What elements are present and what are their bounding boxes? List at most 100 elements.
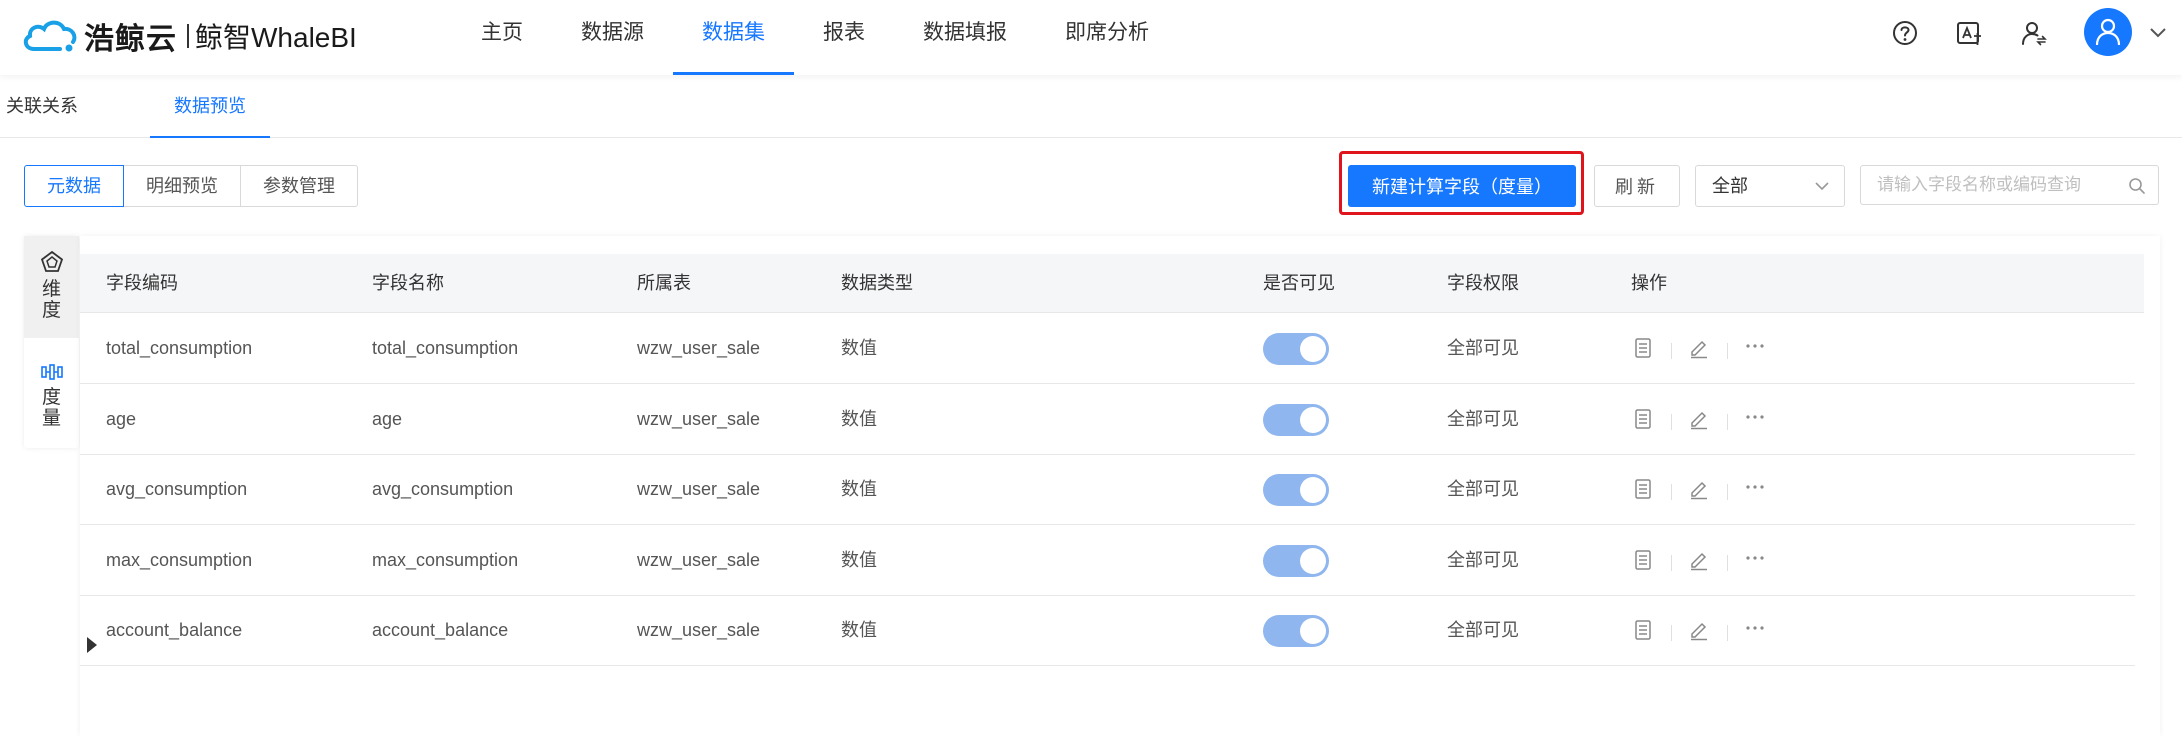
cell-source-table: wzw_user_sale [637,338,761,358]
detail-list-icon[interactable] [1632,408,1654,430]
cell-data-type: 数值 [841,479,877,499]
brand-separator [187,24,189,48]
cell-permission: 全部可见 [1447,338,1519,358]
refresh-button[interactable]: 刷新 [1594,165,1680,207]
nav-data-entry[interactable]: 数据填报 [894,0,1036,75]
caret-right-icon[interactable] [86,636,98,654]
field-search-input[interactable] [1877,166,2117,204]
user-switch-icon[interactable] [2019,18,2049,48]
nav-report[interactable]: 报表 [794,0,894,75]
dataset-subtabs: 关联关系 数据预览 [0,75,2182,138]
chevron-down-icon[interactable] [2149,26,2167,40]
scope-filter-value: 全部 [1712,176,1748,196]
field-type-side-tabs: 维 度 度 量 [24,236,79,448]
tab-relations[interactable]: 关联关系 [6,75,78,137]
tab-data-preview[interactable]: 数据预览 [150,75,270,138]
brand-logo[interactable]: 浩鲸云 鲸智WhaleBI [20,14,357,58]
edit-pencil-icon[interactable] [1688,337,1710,359]
side-tab-dimension-label: 维 度 [24,279,79,321]
action-separator [1671,484,1672,500]
action-separator [1671,413,1672,430]
side-tab-dimension-char-2: 度 [41,300,61,321]
more-ellipsis-icon[interactable] [1744,549,1766,571]
user-avatar[interactable] [2084,8,2132,56]
user-avatar-icon [2095,18,2121,46]
help-circle-icon[interactable] [1890,18,1920,48]
table-header: 字段编码 字段名称 所属表 数据类型 是否可见 字段权限 操作 [80,254,2144,313]
cell-source-table: wzw_user_sale [637,549,761,570]
cell-field-name: avg_consumption [372,479,514,499]
tab-detail-preview[interactable]: 明细预览 [123,165,241,207]
side-tab-measure-char-1: 度 [41,387,61,408]
action-separator [1671,343,1672,359]
col-actions: 操作 [1631,273,1667,293]
cell-field-name: age [372,408,403,429]
table-row: total_consumption total_consumption wzw_… [80,313,2135,384]
table-row: avg_consumption avg_consumption wzw_user… [80,454,2135,525]
side-tab-dimension-char-1: 维 [41,279,61,300]
edit-pencil-icon[interactable] [1688,478,1710,500]
col-data-type: 数据类型 [841,273,913,293]
table-row: account_balance account_balance wzw_user… [80,595,2135,666]
action-separator [1727,554,1728,571]
side-tab-measure[interactable]: 度 量 [24,348,79,448]
nav-dataset[interactable]: 数据集 [673,0,794,75]
more-ellipsis-icon[interactable] [1744,478,1766,500]
edit-pencil-icon[interactable] [1688,408,1710,430]
tab-parameter-management[interactable]: 参数管理 [240,165,358,207]
field-search-box [1860,165,2159,205]
cell-source-table: wzw_user_sale [637,479,761,499]
scope-filter-select[interactable]: 全部 [1695,165,1845,207]
side-tab-dimension[interactable]: 维 度 [24,236,79,338]
side-tab-measure-label: 度 量 [24,387,79,429]
col-field-code: 字段编码 [106,273,178,293]
more-ellipsis-icon[interactable] [1744,408,1766,430]
cell-field-name: max_consumption [372,549,519,570]
nav-datasource[interactable]: 数据源 [552,0,673,75]
detail-list-icon[interactable] [1632,619,1654,641]
col-field-name: 字段名称 [372,273,444,293]
edit-pencil-icon[interactable] [1688,619,1710,641]
visible-toggle[interactable] [1263,544,1329,577]
edit-pencil-icon[interactable] [1688,549,1710,571]
main-nav: 主页 数据源 数据集 报表 数据填报 即席分析 [452,0,1178,75]
product-name: 鲸智WhaleBI [195,22,357,53]
cell-data-type: 数值 [841,620,877,640]
table-row: max_consumption max_consumption wzw_user… [80,525,2135,596]
col-source-table: 所属表 [637,273,691,293]
visible-toggle[interactable] [1263,403,1329,436]
visible-toggle[interactable] [1263,615,1329,647]
top-navigation-bar: 浩鲸云 鲸智WhaleBI 主页 数据源 数据集 报表 数据填报 即席分析 [0,0,2182,75]
table-row: age age wzw_user_sale 数值 全部可见 [80,384,2135,455]
cell-field-code: account_balance [106,620,243,640]
cell-permission: 全部可见 [1447,408,1519,429]
cell-source-table: wzw_user_sale [637,620,761,640]
translate-icon[interactable] [1954,18,1984,48]
detail-list-icon[interactable] [1632,478,1654,500]
detail-list-icon[interactable] [1632,549,1654,571]
more-ellipsis-icon[interactable] [1744,337,1766,359]
action-separator [1671,554,1672,571]
cell-field-code: age [106,408,137,429]
cell-field-code: total_consumption [106,338,253,358]
tab-metadata[interactable]: 元数据 [24,165,124,207]
cloud-logo-icon [23,20,77,52]
action-separator [1727,484,1728,500]
search-icon[interactable] [2128,177,2146,195]
cell-data-type: 数值 [841,338,877,358]
visible-toggle[interactable] [1263,333,1329,365]
new-calculated-field-button[interactable]: 新建计算字段（度量） [1348,165,1576,207]
chevron-down-icon [1815,182,1829,191]
action-separator [1727,625,1728,641]
visible-toggle[interactable] [1263,474,1329,506]
cell-data-type: 数值 [841,549,877,570]
action-separator [1727,413,1728,430]
more-ellipsis-icon[interactable] [1744,619,1766,641]
measure-bars-icon [40,364,63,380]
cell-permission: 全部可见 [1447,620,1519,640]
nav-home[interactable]: 主页 [452,0,552,75]
detail-list-icon[interactable] [1632,337,1654,359]
nav-adhoc-analysis[interactable]: 即席分析 [1036,0,1178,75]
col-visible: 是否可见 [1263,273,1335,293]
cell-permission: 全部可见 [1447,549,1519,570]
